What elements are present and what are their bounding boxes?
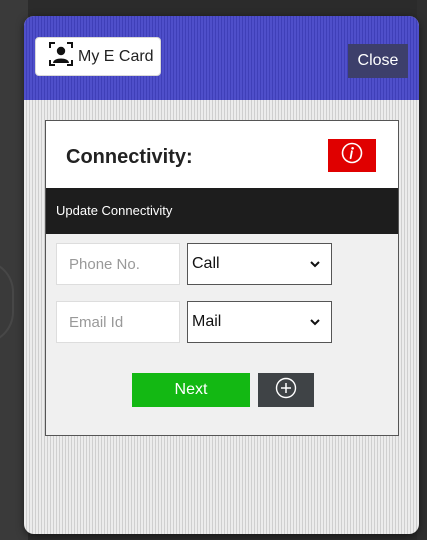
phone-contact-mode-select[interactable]: Call bbox=[187, 243, 332, 285]
phone-input[interactable] bbox=[56, 243, 180, 285]
add-button[interactable] bbox=[258, 373, 314, 407]
ecard-modal: My E Card Close Connectivity: Update Con… bbox=[24, 16, 419, 534]
email-input[interactable] bbox=[56, 301, 180, 343]
chevron-down-icon bbox=[310, 319, 320, 326]
close-button[interactable]: Close bbox=[348, 44, 408, 78]
plus-circle-icon bbox=[275, 377, 297, 404]
info-button[interactable] bbox=[328, 139, 376, 172]
card-title: Connectivity: bbox=[66, 146, 193, 168]
connectivity-card: Connectivity: Update Connectivity Call bbox=[45, 120, 399, 436]
next-button[interactable]: Next bbox=[132, 373, 250, 407]
update-connectivity-label: Update Connectivity bbox=[56, 203, 173, 218]
email-contact-mode-select[interactable]: Mail bbox=[187, 301, 332, 343]
info-icon bbox=[341, 142, 363, 169]
phone-contact-mode-value: Call bbox=[192, 255, 220, 272]
my-ecard-label: My E Card bbox=[78, 47, 154, 65]
update-connectivity-bar: Update Connectivity bbox=[46, 188, 398, 234]
contact-card-icon bbox=[48, 41, 74, 72]
card-header: Connectivity: bbox=[46, 121, 398, 188]
email-contact-mode-value: Mail bbox=[192, 313, 222, 330]
my-ecard-button[interactable]: My E Card bbox=[35, 37, 161, 76]
modal-header: My E Card Close bbox=[24, 16, 419, 100]
chevron-down-icon bbox=[310, 261, 320, 268]
